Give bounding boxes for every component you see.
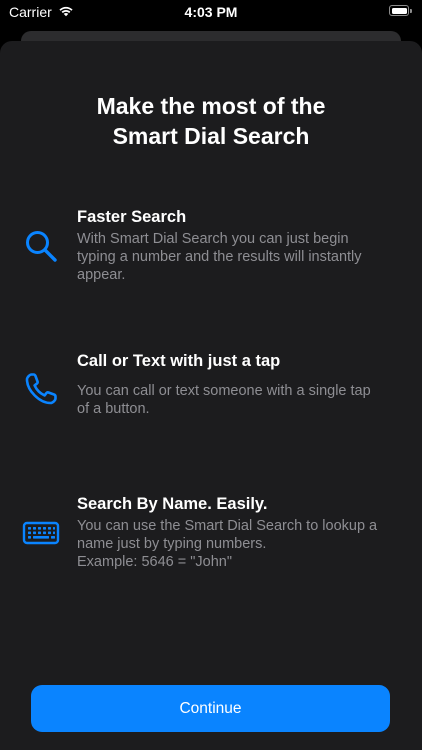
- feature-title: Faster Search: [77, 208, 187, 226]
- battery-body: [389, 5, 409, 16]
- battery-icon: [389, 5, 413, 17]
- feature-description: You can call or text someone with a sing…: [77, 383, 371, 417]
- feature-text: Faster Search With Smart Dial Search you…: [77, 206, 407, 284]
- feature-title: Call or Text with just a tap: [77, 352, 281, 370]
- feature-text: Call or Text with just a tap You can cal…: [77, 350, 407, 418]
- onboarding-sheet: Make the most of the Smart Dial Search F…: [0, 41, 422, 750]
- feature-text: Search By Name. Easily. You can use the …: [77, 493, 407, 571]
- battery-tip: [410, 8, 412, 13]
- feature-description: With Smart Dial Search you can just begi…: [77, 231, 362, 283]
- screen: Carrier 4:03 PM Make the most of the Sma…: [0, 0, 422, 750]
- battery-fill: [391, 7, 407, 14]
- status-time: 4:03 PM: [184, 4, 238, 20]
- sheet-title: Make the most of the Smart Dial Search: [96, 93, 326, 149]
- feature-title: Search By Name. Easily.: [77, 495, 268, 513]
- feature-description: You can use the Smart Dial Search to loo…: [77, 518, 378, 570]
- search-icon: [22, 227, 60, 265]
- phone-icon: [22, 370, 60, 408]
- status-bar: Carrier 4:03 PM: [0, 0, 422, 26]
- keyboard-icon: [22, 514, 60, 552]
- continue-button[interactable]: Continue: [31, 685, 390, 732]
